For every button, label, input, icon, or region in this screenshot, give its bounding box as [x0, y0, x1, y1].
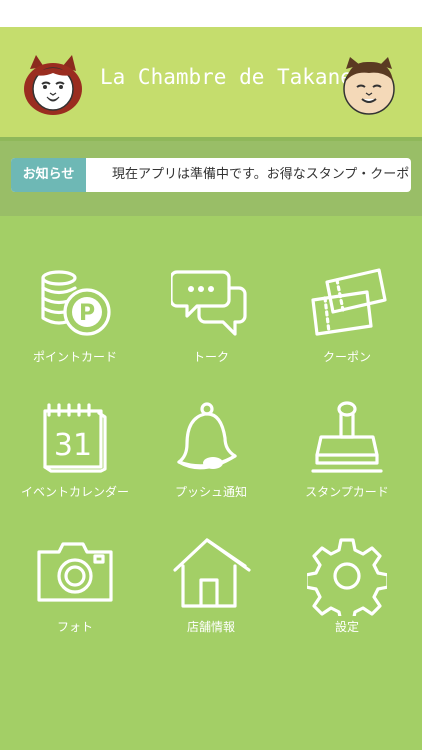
calendar-day: 31: [54, 428, 92, 463]
svg-text:P: P: [79, 301, 95, 326]
menu-item-label: スタンプカード: [305, 485, 389, 499]
mascot-woman-icon: [24, 55, 82, 115]
mascot-man-icon: [343, 57, 395, 115]
house-icon: [173, 538, 251, 608]
menu-item-point-card[interactable]: P ポイントカード: [5, 266, 145, 376]
coupon-icon: [311, 268, 387, 336]
menu-item-label: 設定: [334, 620, 359, 634]
menu-grid: P ポイントカード トーク クーポン 31 イベントカレンダー プッシュ通知 ス…: [0, 216, 422, 750]
notice-badge: お知らせ: [11, 158, 86, 192]
gear-icon: [307, 538, 387, 616]
notice-message: 現在アプリは準備中です。お得なスタンプ・クーポ: [112, 167, 410, 182]
bell-icon: [177, 402, 237, 470]
menu-item-coupon[interactable]: クーポン: [277, 266, 417, 376]
menu-item-label: クーポン: [322, 350, 371, 364]
menu-item-push-notification[interactable]: プッシュ通知: [141, 401, 281, 511]
stamp-icon: [311, 401, 383, 473]
menu-item-talk[interactable]: トーク: [141, 266, 281, 376]
menu-item-event-calendar[interactable]: 31 イベントカレンダー: [5, 401, 145, 511]
point-card-icon: P: [41, 270, 111, 336]
menu-item-photo[interactable]: フォト: [5, 536, 145, 646]
notice-banner[interactable]: お知らせ 現在アプリは準備中です。お得なスタンプ・クーポ: [11, 158, 411, 192]
menu-item-store-info[interactable]: 店舗情報: [141, 536, 281, 646]
menu-item-settings[interactable]: 設定: [277, 536, 417, 646]
calendar-icon: 31: [43, 403, 107, 473]
app-title: La Chambre de Takane: [100, 65, 353, 89]
status-bar: [0, 0, 422, 27]
camera-icon: [37, 542, 113, 602]
menu-item-stamp-card[interactable]: スタンプカード: [277, 401, 417, 511]
chat-bubbles-icon: [171, 270, 247, 336]
